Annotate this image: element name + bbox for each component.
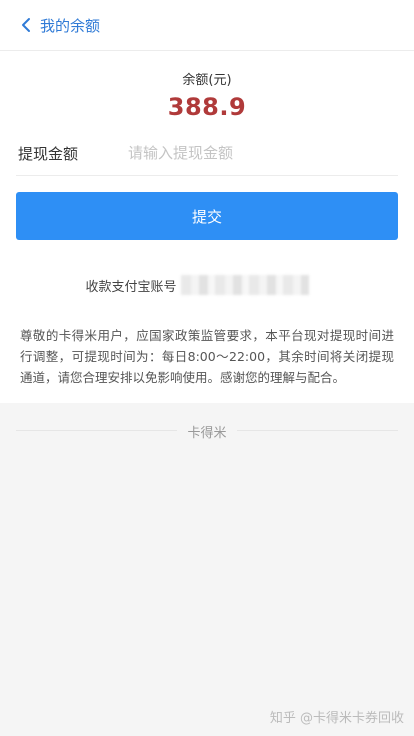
footer-brand-label: 卡得米 bbox=[177, 426, 237, 441]
footer-brand: 卡得米 bbox=[0, 422, 414, 441]
submit-button[interactable]: 提交 bbox=[16, 192, 398, 240]
withdraw-amount-label: 提现金额 bbox=[18, 144, 79, 163]
page-title: 我的余额 bbox=[40, 16, 101, 35]
withdraw-notice: 尊敬的卡得米用户，应国家政策监管要求，本平台现对提现时间进行调整，可提现时间为：… bbox=[20, 328, 394, 385]
header-bar: 我的余额 bbox=[0, 0, 414, 51]
balance-panel: 余额(元) 388.9 提现金额 提交 收款支付宝账号 尊敬的卡得米用户，应国家… bbox=[0, 51, 414, 403]
watermark: 知乎 @卡得米卡券回收 bbox=[269, 711, 404, 726]
withdraw-amount-input[interactable] bbox=[128, 138, 398, 168]
balance-value: 388.9 bbox=[167, 93, 247, 121]
alipay-account-row: 收款支付宝账号 bbox=[0, 273, 414, 297]
alipay-account-label: 收款支付宝账号 bbox=[85, 279, 177, 295]
chevron-left-icon bbox=[22, 18, 30, 32]
withdraw-amount-row: 提现金额 bbox=[16, 131, 398, 176]
alipay-account-masked-value bbox=[180, 275, 309, 295]
back-button[interactable]: 我的余额 bbox=[0, 0, 100, 50]
balance-label: 余额(元) bbox=[182, 73, 232, 88]
